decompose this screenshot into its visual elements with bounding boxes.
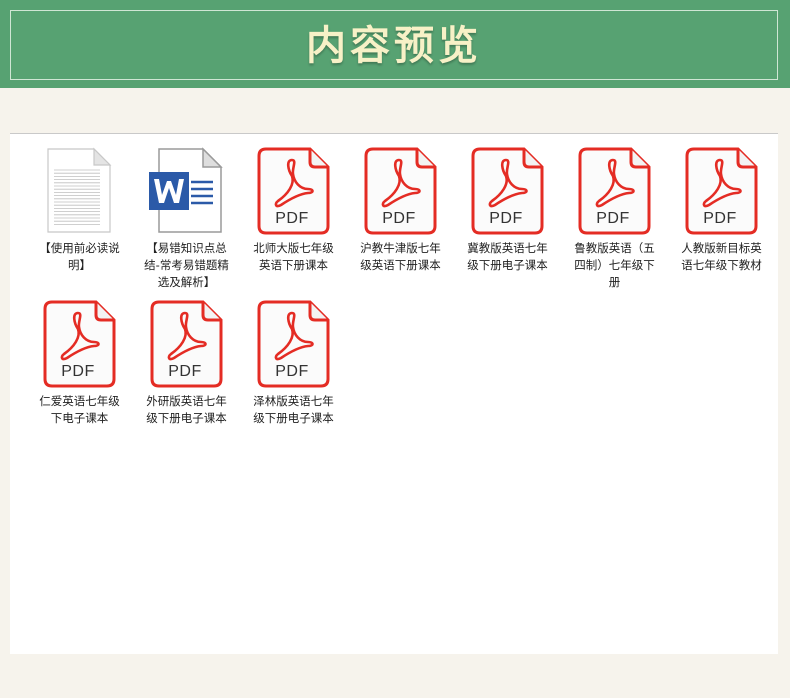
pdf-badge-text: PDF	[275, 210, 309, 227]
file-name-label: 外研版英语七年级下册电子课本	[146, 394, 227, 425]
pdf-icon: PDF	[468, 146, 548, 236]
pdf-badge-text: PDF	[275, 363, 309, 380]
file-name-label: 人教版新目标英语七年级下教材	[681, 241, 762, 272]
pdf-icon: PDF	[40, 299, 120, 389]
file-name-label: 鲁教版英语（五四制）七年级下册	[574, 241, 655, 289]
page-title: 内容预览	[306, 22, 482, 69]
file-item[interactable]: PDF 北师大版七年级英语下册课本	[240, 146, 347, 299]
pdf-badge-text: PDF	[596, 210, 630, 227]
file-item[interactable]: 【易错知识点总结-常考易错题精选及解析】	[133, 146, 240, 299]
pdf-badge-text: PDF	[382, 210, 416, 227]
pdf-icon: PDF	[254, 146, 334, 236]
file-item[interactable]: 【使用前必读说明】	[26, 146, 133, 299]
file-item[interactable]: PDF 泽林版英语七年级下册电子课本	[240, 299, 347, 452]
pdf-icon: PDF	[254, 299, 334, 389]
file-name-label: 沪教牛津版七年级英语下册课本	[360, 241, 441, 272]
file-name-label: 泽林版英语七年级下册电子课本	[253, 394, 334, 425]
pdf-icon: PDF	[575, 146, 655, 236]
pdf-badge-text: PDF	[61, 363, 95, 380]
pdf-badge-text: PDF	[489, 210, 523, 227]
pdf-icon: PDF	[361, 146, 441, 236]
file-name-label: 【易错知识点总结-常考易错题精选及解析】	[144, 241, 229, 289]
file-grid: 【使用前必读说明】 【易错知识点总结-常考易错题精选及解析】 PDF 北师大版七年级英…	[26, 146, 776, 452]
file-name-label: 冀教版英语七年级下册电子课本	[467, 241, 548, 272]
file-item[interactable]: PDF 鲁教版英语（五四制）七年级下册	[561, 146, 668, 299]
file-item[interactable]: PDF 仁爱英语七年级下电子课本	[26, 299, 133, 452]
file-preview-panel: 【使用前必读说明】 【易错知识点总结-常考易错题精选及解析】 PDF 北师大版七年级英…	[10, 133, 778, 654]
file-item[interactable]: PDF 沪教牛津版七年级英语下册课本	[347, 146, 454, 299]
file-name-label: 仁爱英语七年级下电子课本	[39, 394, 120, 425]
pdf-badge-text: PDF	[168, 363, 202, 380]
file-item[interactable]: PDF 冀教版英语七年级下册电子课本	[454, 146, 561, 299]
file-name-label: 【使用前必读说明】	[39, 241, 120, 272]
pdf-badge-text: PDF	[703, 210, 737, 227]
text-document-icon	[40, 146, 120, 236]
file-item[interactable]: PDF 人教版新目标英语七年级下教材	[668, 146, 775, 299]
header-banner: 内容预览	[0, 0, 790, 88]
file-item[interactable]: PDF 外研版英语七年级下册电子课本	[133, 299, 240, 452]
header-frame: 内容预览	[10, 10, 778, 80]
file-name-label: 北师大版七年级英语下册课本	[253, 241, 334, 272]
pdf-icon: PDF	[682, 146, 762, 236]
pdf-icon: PDF	[147, 299, 227, 389]
word-document-icon	[147, 146, 227, 236]
